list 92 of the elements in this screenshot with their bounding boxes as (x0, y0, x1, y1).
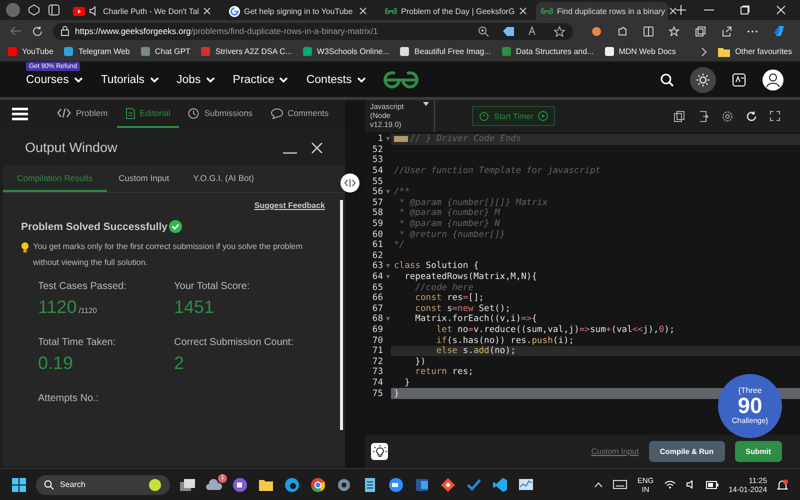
line-number: 52 (372, 144, 383, 155)
line-number: 72 (372, 356, 383, 367)
code-line: * @param {number} M (398, 208, 500, 218)
line-number: 56 (372, 187, 383, 198)
code-line: return res; (414, 367, 474, 378)
line-number: 63 (372, 261, 383, 272)
line-number: 74 (372, 378, 383, 388)
line-number: 58 (372, 208, 383, 218)
url-text: https://www.geeksforgeeks.org/problems/find-duplicate-rows-in-a-binary-matrix/1 (75, 26, 378, 36)
bookmark[interactable]: YouTube (8, 47, 54, 56)
tab-title: Get help signing in to YouTube (244, 6, 354, 16)
stat-label: Test Cases Passed: (38, 280, 128, 294)
nav-menu[interactable]: Practice (232, 74, 288, 86)
code-line: // } Driver Code Ends (391, 134, 522, 144)
line-number: 69 (372, 324, 383, 335)
bookmark-folder[interactable]: Other favourites (718, 46, 792, 56)
line-number: 53 (372, 155, 383, 166)
code-line: Matrix.forEach((v,i)=>{ (414, 314, 537, 324)
bookmark[interactable]: Data Structures and... (502, 47, 594, 56)
stat-value: 0.19 (38, 352, 74, 375)
browser-tab[interactable]: Charlie Puth - We Don't Tal (68, 2, 216, 20)
code-line: const res=[]; (414, 293, 484, 304)
line-number: 67 (372, 304, 383, 314)
line-number: 61 (372, 240, 383, 250)
code-line: let no=v.reduce((sum,val,j)=>sum+(val<<j),0); (435, 324, 675, 335)
line-number: 54 (372, 166, 383, 176)
line-number: 1 (378, 134, 383, 144)
line-number: 64 (372, 272, 383, 282)
custom-input-link[interactable]: Custom Input (591, 447, 639, 456)
address-bar[interactable]: https://www.geeksforgeeks.org/problems/find-duplicate-rows-in-a-binary-matrix/1 (53, 22, 573, 40)
code-line: class Solution { (393, 261, 479, 272)
line-number: 65 (372, 282, 383, 293)
panel-tab[interactable]: Comments (262, 100, 338, 128)
line-number: 55 (372, 176, 383, 187)
output-tab[interactable]: Compilation Results (3, 165, 107, 192)
panel-tab[interactable]: Editorial (116, 100, 180, 128)
code-line: } (404, 378, 410, 388)
stat-value: 1451 (174, 296, 214, 319)
stat-value: 2 (174, 352, 184, 375)
line-number: 71 (372, 346, 383, 356)
success-message: Problem Solved Successfully (21, 220, 168, 232)
code-line: if(s.has(no)) res.push(i); (435, 336, 574, 346)
code-line: * @param {number[][]} Matrix (398, 198, 548, 208)
bookmark[interactable]: W3Schools Online... (302, 47, 390, 56)
stat-value: 1120 (38, 296, 77, 319)
stat-label: Total Time Taken: (38, 336, 117, 350)
line-number: 75 (372, 388, 383, 399)
bookmark[interactable]: MDN Web Docs (604, 47, 676, 56)
nav-menu[interactable]: Contests (306, 74, 366, 86)
stat-label: Your Total Score: (174, 280, 251, 294)
nav-menu[interactable]: Tutorials (100, 74, 158, 86)
code-line: //code here (414, 282, 474, 293)
output-tab[interactable]: Custom Input (106, 165, 182, 192)
code-line: * @return {number[]} (398, 230, 506, 240)
feedback-link[interactable]: Suggest Feedback (254, 201, 325, 210)
code-line: }) (414, 356, 426, 367)
bookmark[interactable]: Telegram Web (64, 47, 130, 56)
line-number: 62 (372, 250, 383, 261)
stat-label: Attempts No.: (38, 392, 100, 406)
tab-title: Charlie Puth - We Don't Tal (103, 6, 199, 16)
line-number: 70 (372, 336, 383, 346)
bookmark[interactable]: Beautiful Free Imag... (400, 47, 491, 56)
code-line: * @param {number} N (398, 219, 500, 230)
line-number: 60 (372, 230, 383, 240)
timer-button[interactable]: Start Timer (472, 106, 556, 126)
nav-menu[interactable]: Jobs (176, 74, 215, 86)
output-tab[interactable]: Y.O.G.I. (AI Bot) (181, 165, 266, 192)
bookmark[interactable]: Strivers A2Z DSA C... (201, 47, 292, 56)
bookmark[interactable]: Chat GPT (140, 47, 190, 56)
line-number: 68 (372, 314, 383, 324)
code-line: const s=new Set(); (414, 304, 511, 314)
stat-label: Correct Submission Count: (174, 336, 294, 350)
info-note: You get marks only for the first correct submission if you solve the problem without viewing the full solution. (33, 241, 304, 269)
browser-tab[interactable]: Problem of the Day | GeeksforG (380, 2, 528, 20)
code-line: else s.add(no); (435, 346, 516, 356)
code-line: */ (393, 240, 405, 250)
panel-title: Output Window (25, 140, 118, 155)
line-number: 59 (372, 219, 383, 230)
code-line: /** (393, 187, 410, 198)
line-number: 66 (372, 293, 383, 304)
tab-title: Problem of the Day | GeeksforG (401, 6, 515, 16)
tab-title: Find duplicate rows in a binary (557, 6, 666, 16)
panel-tab[interactable]: Submissions (179, 100, 262, 128)
code-line: } (393, 388, 400, 399)
line-number: 57 (372, 198, 383, 208)
panel-tab[interactable]: Problem (48, 100, 117, 128)
line-number: 73 (372, 367, 383, 378)
taskbar-search[interactable]: Search (36, 474, 170, 494)
code-line: //User function Template for javascript (393, 166, 601, 176)
browser-tab[interactable]: Get help signing in to YouTube (224, 2, 372, 20)
code-line: repeatedRows(Matrix,M,N){ (404, 272, 537, 282)
nav-menu[interactable]: Courses (26, 74, 83, 86)
